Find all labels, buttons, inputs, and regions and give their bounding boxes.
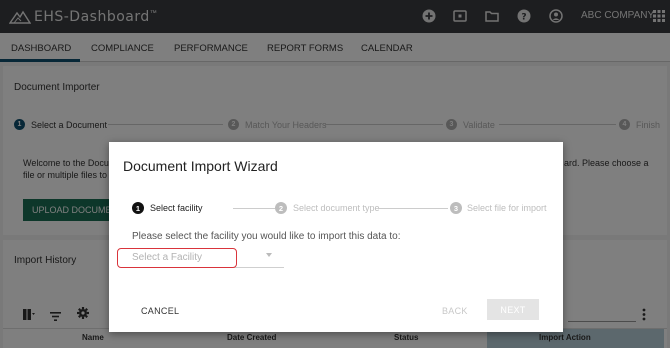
wizard-step-3-label: Select file for import xyxy=(467,203,547,213)
facility-select-highlight xyxy=(117,248,237,268)
wizard-step-connector xyxy=(378,208,448,209)
dialog-title: Document Import Wizard xyxy=(123,158,278,174)
wizard-step-1-label: Select facility xyxy=(150,203,203,213)
wizard-step-2-icon: 2 xyxy=(275,202,287,214)
wizard-step-connector xyxy=(233,208,275,209)
chevron-down-icon[interactable] xyxy=(266,253,272,257)
back-button[interactable]: BACK xyxy=(442,306,468,316)
wizard-step-3-icon: 3 xyxy=(450,202,462,214)
facility-prompt: Please select the facility you would lik… xyxy=(132,231,401,242)
wizard-step-2-label: Select document type xyxy=(293,203,380,213)
document-import-wizard-dialog: Document Import Wizard 1 Select facility… xyxy=(109,142,563,332)
next-button[interactable]: NEXT xyxy=(487,299,539,320)
wizard-step-1-icon: 1 xyxy=(132,202,144,214)
cancel-button[interactable]: CANCEL xyxy=(141,306,179,316)
